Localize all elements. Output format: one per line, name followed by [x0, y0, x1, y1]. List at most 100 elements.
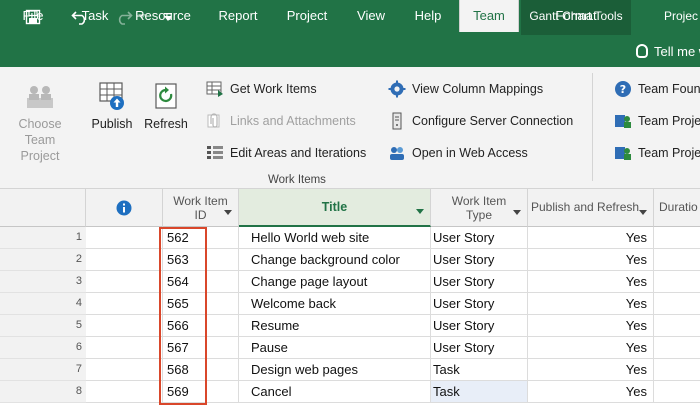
row-number[interactable]: 2	[0, 249, 86, 271]
title-cell[interactable]: Hello World web site	[239, 227, 431, 249]
work-item-id-cell[interactable]: 566	[163, 315, 239, 337]
ribbon-group-separator	[592, 73, 593, 181]
column-header-duration[interactable]: Duratio	[654, 189, 700, 227]
publish-refresh-cell[interactable]: Yes	[528, 249, 654, 271]
indicator-cell[interactable]	[86, 249, 163, 271]
edit-areas-iterations-button[interactable]: Edit Areas and Iterations	[206, 142, 366, 164]
duration-cell[interactable]	[654, 315, 700, 337]
publish-refresh-cell[interactable]: Yes	[528, 227, 654, 249]
work-item-id-cell[interactable]: 569	[163, 381, 239, 403]
chevron-down-icon[interactable]	[224, 210, 232, 215]
column-header-indicators[interactable]	[86, 189, 163, 227]
title-cell[interactable]: Cancel	[239, 381, 431, 403]
title-cell[interactable]: Change page layout	[239, 271, 431, 293]
duration-cell[interactable]	[654, 337, 700, 359]
work-item-type-cell[interactable]: Task	[431, 381, 528, 403]
work-item-id-header-line1: Work Item	[173, 194, 228, 208]
get-work-items-icon	[206, 81, 223, 97]
tab-project[interactable]: Project	[280, 0, 334, 32]
tell-me-search[interactable]: Tell me w	[636, 35, 700, 67]
table-row[interactable]: 4 565 Welcome back User Story Yes	[0, 293, 700, 315]
duration-cell[interactable]	[654, 359, 700, 381]
column-header-work-item-id[interactable]: Work Item ID	[163, 189, 239, 227]
title-cell[interactable]: Change background color	[239, 249, 431, 271]
table-row[interactable]: 5 566 Resume User Story Yes	[0, 315, 700, 337]
view-column-mappings-button[interactable]: View Column Mappings	[388, 78, 543, 100]
duration-cell[interactable]	[654, 227, 700, 249]
table-row[interactable]: 1 562 Hello World web site User Story Ye…	[0, 227, 700, 249]
duration-cell[interactable]	[654, 249, 700, 271]
indicator-cell[interactable]	[86, 359, 163, 381]
publish-refresh-cell[interactable]: Yes	[528, 381, 654, 403]
work-item-id-cell[interactable]: 562	[163, 227, 239, 249]
row-number[interactable]: 7	[0, 359, 86, 381]
row-number[interactable]: 1	[0, 227, 86, 249]
row-number[interactable]: 4	[0, 293, 86, 315]
open-web-access-button[interactable]: Open in Web Access	[388, 142, 528, 164]
tab-report[interactable]: Report	[210, 0, 266, 32]
work-item-id-cell[interactable]: 564	[163, 271, 239, 293]
work-item-id-cell[interactable]: 567	[163, 337, 239, 359]
publish-refresh-cell[interactable]: Yes	[528, 315, 654, 337]
table-row[interactable]: 7 568 Design web pages Task Yes	[0, 359, 700, 381]
row-number[interactable]: 6	[0, 337, 86, 359]
publish-refresh-cell[interactable]: Yes	[528, 359, 654, 381]
publish-refresh-cell[interactable]: Yes	[528, 337, 654, 359]
tab-view[interactable]: View	[348, 0, 394, 32]
work-item-type-cell[interactable]: User Story	[431, 271, 528, 293]
indicator-cell[interactable]	[86, 337, 163, 359]
row-number[interactable]: 8	[0, 381, 86, 403]
tab-team[interactable]: Team	[459, 0, 519, 32]
work-item-type-cell[interactable]: User Story	[431, 227, 528, 249]
publish-button[interactable]: Publish	[88, 80, 136, 132]
column-header-work-item-type[interactable]: Work Item Type	[431, 189, 528, 227]
duration-cell[interactable]	[654, 381, 700, 403]
row-number[interactable]: 3	[0, 271, 86, 293]
team-foundation-button[interactable]: ? Team Founda	[614, 78, 700, 100]
indicator-cell[interactable]	[86, 381, 163, 403]
work-item-type-cell[interactable]: User Story	[431, 249, 528, 271]
refresh-button[interactable]: Refresh	[142, 80, 190, 132]
tab-format[interactable]: Format	[521, 0, 631, 32]
table-row[interactable]: 3 564 Change page layout User Story Yes	[0, 271, 700, 293]
work-item-type-cell[interactable]: Task	[431, 359, 528, 381]
team-project-button-2[interactable]: Team Projec	[614, 142, 700, 164]
select-all-corner[interactable]	[0, 189, 86, 227]
table-row[interactable]: 8 569 Cancel Task Yes	[0, 381, 700, 403]
work-item-type-cell[interactable]: User Story	[431, 315, 528, 337]
chevron-down-icon[interactable]	[416, 209, 424, 214]
team-project-button-1[interactable]: Team Projec	[614, 110, 700, 132]
configure-server-connection-button[interactable]: Configure Server Connection	[388, 110, 573, 132]
tab-task[interactable]: Task	[72, 0, 118, 32]
title-cell[interactable]: Resume	[239, 315, 431, 337]
chevron-down-icon[interactable]	[639, 210, 647, 215]
duration-cell[interactable]	[654, 271, 700, 293]
duration-cell[interactable]	[654, 293, 700, 315]
work-item-id-cell[interactable]: 563	[163, 249, 239, 271]
title-cell[interactable]: Welcome back	[239, 293, 431, 315]
edit-areas-label: Edit Areas and Iterations	[230, 146, 367, 160]
column-header-publish-refresh[interactable]: Publish and Refresh	[528, 189, 654, 227]
publish-refresh-cell[interactable]: Yes	[528, 271, 654, 293]
publish-refresh-cell[interactable]: Yes	[528, 293, 654, 315]
work-item-id-cell[interactable]: 568	[163, 359, 239, 381]
indicator-cell[interactable]	[86, 227, 163, 249]
work-item-type-cell[interactable]: User Story	[431, 293, 528, 315]
work-item-type-cell[interactable]: User Story	[431, 337, 528, 359]
title-cell[interactable]: Pause	[239, 337, 431, 359]
tab-file[interactable]: File	[14, 0, 52, 32]
chevron-down-icon[interactable]	[513, 210, 521, 215]
configure-server-label: Configure Server Connection	[412, 114, 574, 128]
indicator-cell[interactable]	[86, 271, 163, 293]
indicator-cell[interactable]	[86, 293, 163, 315]
column-header-title[interactable]: Title	[239, 189, 431, 227]
tab-resource[interactable]: Resource	[131, 0, 195, 32]
get-work-items-button[interactable]: Get Work Items	[206, 78, 317, 100]
row-number[interactable]: 5	[0, 315, 86, 337]
table-row[interactable]: 6 567 Pause User Story Yes	[0, 337, 700, 359]
title-cell[interactable]: Design web pages	[239, 359, 431, 381]
work-item-id-cell[interactable]: 565	[163, 293, 239, 315]
table-row[interactable]: 2 563 Change background color User Story…	[0, 249, 700, 271]
tab-help[interactable]: Help	[406, 0, 450, 32]
indicator-cell[interactable]	[86, 315, 163, 337]
